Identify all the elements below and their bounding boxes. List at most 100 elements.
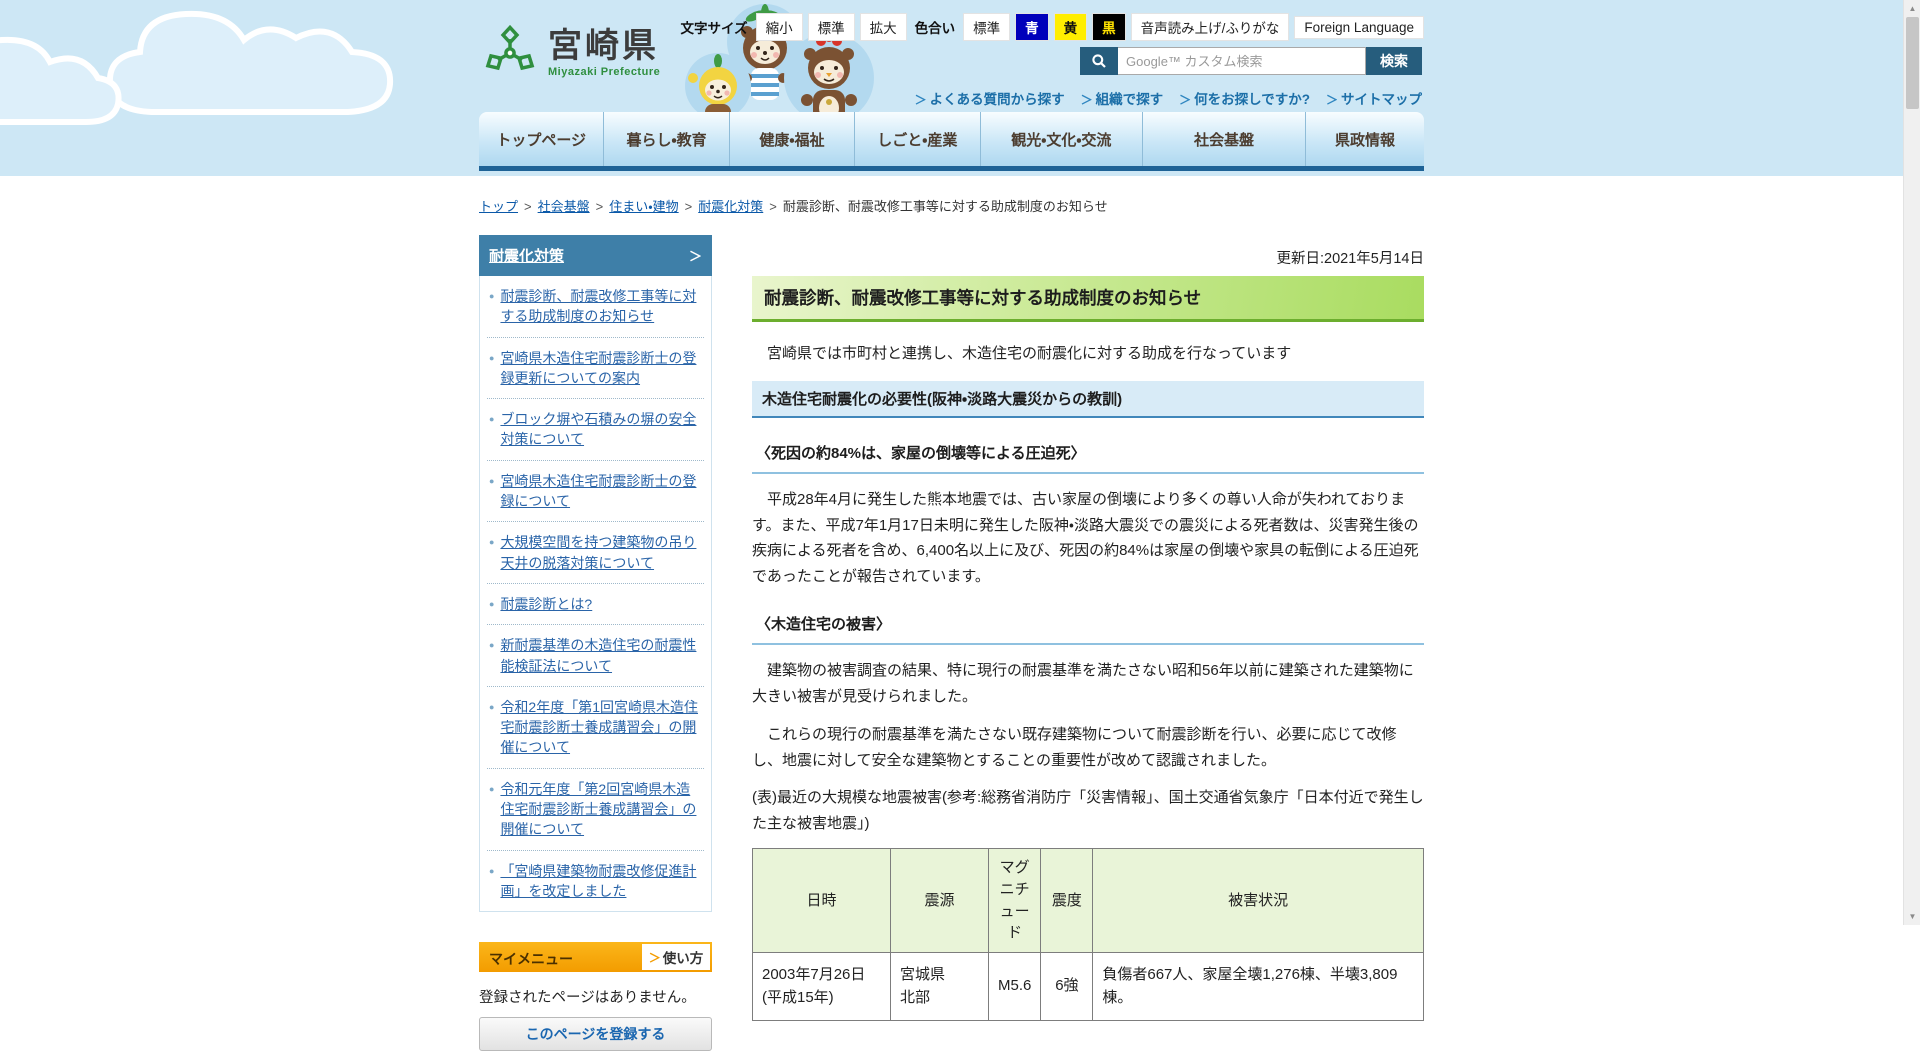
sidebar-link[interactable]: 耐震診断、耐震改修工事等に対する助成制度のお知らせ: [500, 286, 702, 327]
nav-item-work-industry[interactable]: しごと・産業: [855, 112, 980, 166]
cloud-decoration: [96, 0, 456, 120]
sidebar-link[interactable]: 令和2年度「第1回宮崎県木造住宅耐震診断士養成講習会」の開催について: [500, 697, 702, 758]
bullet-icon: ●: [489, 640, 494, 676]
page-title: 耐震診断、耐震改修工事等に対する助成制度のお知らせ: [752, 276, 1424, 322]
search-input[interactable]: [1118, 47, 1366, 75]
site-name: 宮崎県: [548, 29, 660, 63]
scrollbar-thumb[interactable]: [1906, 17, 1919, 109]
nav-item-health-welfare[interactable]: 健康・福祉: [730, 112, 855, 166]
quick-link-sitemap[interactable]: サイトマップ: [1326, 88, 1422, 108]
sidebar-link[interactable]: 新耐震基準の木造住宅の耐震性能検証法について: [500, 635, 702, 676]
quick-links: よくある質問から探す 組織で探す 何をお探しですか? サイトマップ: [915, 88, 1422, 108]
bullet-icon: ●: [489, 353, 494, 389]
chevron-right-icon: [689, 246, 702, 265]
scrollbar-up-arrow-icon[interactable]: ▲: [1904, 0, 1920, 17]
breadcrumb-link-housing[interactable]: 住まい・建物: [609, 199, 678, 214]
quick-link-faq[interactable]: よくある質問から探す: [915, 88, 1065, 108]
sidebar-link[interactable]: 令和元年度「第2回宮崎県木造住宅耐震診断士養成講習会」の開催について: [500, 779, 702, 840]
bullet-icon: ●: [489, 537, 494, 573]
scrollbar[interactable]: ▲ ▼: [1903, 0, 1920, 925]
font-size-standard-button[interactable]: 標準: [808, 13, 855, 41]
cell-date: 2003年7月26日 (平成15年): [753, 953, 891, 1021]
miyazaki-emblem-icon: [481, 24, 539, 82]
font-size-label: 文字サイズ: [681, 17, 748, 37]
color-scheme-label: 色合い: [915, 17, 956, 37]
table-row: 2003年7月26日 (平成15年) 宮城県 北部 M5.6 6強 負傷者667…: [753, 953, 1424, 1021]
main-nav: トップページ 暮らし・教育 健康・福祉 しごと・産業 観光・文化・交流 社会基盤…: [479, 112, 1424, 171]
sub-heading: 〈死因の約84%は、家屋の倒壊等による圧迫死〉: [752, 442, 1424, 474]
column-header-date: 日時: [753, 849, 891, 953]
table-header-row: 日時 震源 マグニチュード 震度 被害状況: [753, 849, 1424, 953]
color-black-button[interactable]: 黒: [1092, 13, 1126, 41]
color-yellow-button[interactable]: 黄: [1054, 13, 1088, 41]
sub-heading: 〈木造住宅の被害〉: [752, 613, 1424, 645]
mymenu-usage-label: 使い方: [663, 947, 704, 967]
nav-item-prefectural-info[interactable]: 県政情報: [1306, 112, 1424, 166]
register-page-button[interactable]: このページを登録する: [479, 1017, 712, 1051]
chevron-right-icon: [649, 949, 663, 966]
sidebar-menu: ●耐震診断、耐震改修工事等に対する助成制度のお知らせ ●宮崎県木造住宅耐震診断士…: [479, 276, 712, 912]
column-header-epicenter: 震源: [891, 849, 989, 953]
nav-item-home[interactable]: トップページ: [479, 112, 604, 166]
search-icon: [1080, 47, 1118, 75]
header-inner: 宮崎県 Miyazaki Prefecture: [479, 0, 1424, 176]
body-paragraph: 建築物の被害調査の結果、特に現行の耐震基準を満たさない昭和56年以前に建築された…: [752, 658, 1424, 709]
nav-item-infrastructure[interactable]: 社会基盤: [1143, 112, 1306, 166]
breadcrumb-separator: >: [769, 199, 777, 214]
bullet-icon: ●: [489, 414, 494, 450]
column-header-damage: 被害状況: [1093, 849, 1424, 953]
color-standard-button[interactable]: 標準: [963, 13, 1010, 41]
breadcrumb: トップ>社会基盤>住まい・建物>耐震化対策>耐震診断、耐震改修工事等に対する助成…: [479, 196, 1424, 215]
breadcrumb-separator: >: [596, 199, 604, 214]
sidebar: 耐震化対策 ●耐震診断、耐震改修工事等に対する助成制度のお知らせ ●宮崎県木造住…: [479, 235, 712, 1051]
foreign-language-button[interactable]: Foreign Language: [1294, 16, 1424, 39]
font-size-shrink-button[interactable]: 縮小: [756, 13, 803, 41]
color-blue-button[interactable]: 青: [1015, 13, 1049, 41]
breadcrumb-link-infrastructure[interactable]: 社会基盤: [538, 199, 590, 214]
page: 宮崎県 Miyazaki Prefecture: [0, 0, 1920, 1051]
sidebar-link[interactable]: 宮崎県木造住宅耐震診断士の登録について: [500, 471, 702, 512]
sidebar-link[interactable]: ブロック塀や石積みの塀の安全対策について: [500, 409, 702, 450]
sidebar-link[interactable]: 耐震診断とは?: [500, 594, 592, 614]
nav-item-living-education[interactable]: 暮らし・教育: [604, 112, 729, 166]
main-content: 更新日:2021年5月14日 耐震診断、耐震改修工事等に対する助成制度のお知らせ…: [752, 235, 1424, 1021]
sidebar-link[interactable]: 「宮崎県建築物耐震改修促進計画」を改定しました: [500, 861, 702, 902]
font-size-enlarge-button[interactable]: 拡大: [860, 13, 907, 41]
bullet-icon: ●: [489, 866, 494, 902]
mymenu-usage-link[interactable]: 使い方: [642, 944, 710, 970]
bullet-icon: ●: [489, 784, 494, 840]
mymenu-title: マイメニュー: [479, 942, 642, 972]
intro-paragraph: 宮崎県では市町村と連携し、木造住宅の耐震化に対する助成を行なっています: [752, 342, 1424, 363]
list-item: ●新耐震基準の木造住宅の耐震性能検証法について: [487, 625, 704, 687]
sidebar-link[interactable]: 宮崎県木造住宅耐震診断士の登録更新についての案内: [500, 348, 702, 389]
accessibility-toolbar: 文字サイズ 縮小 標準 拡大 色合い 標準 青 黄 黒 音声読み上げ/ふりがな …: [678, 13, 1424, 41]
breadcrumb-separator: >: [524, 199, 532, 214]
quick-link-organization[interactable]: 組織で探す: [1081, 88, 1164, 108]
list-item: ●大規模空間を持つ建築物の吊り天井の脱落対策について: [487, 522, 704, 584]
updated-date: 更新日:2021年5月14日: [752, 247, 1424, 268]
scrollbar-down-arrow-icon[interactable]: ▼: [1904, 908, 1920, 925]
earthquake-table: 日時 震源 マグニチュード 震度 被害状況 2003年7月26日 (平成15年)…: [752, 848, 1424, 1021]
breadcrumb-link-top[interactable]: トップ: [479, 199, 518, 214]
sidebar-title[interactable]: 耐震化対策: [479, 235, 712, 276]
body-paragraph: これらの現行の耐震基準を満たさない既存建築物について耐震診断を行い、必要に応じて…: [752, 722, 1424, 773]
list-item: ●令和元年度「第2回宮崎県木造住宅耐震診断士養成講習会」の開催について: [487, 769, 704, 851]
bullet-icon: ●: [489, 599, 494, 614]
bullet-icon: ●: [489, 291, 494, 327]
quick-link-what-looking-for[interactable]: 何をお探しですか?: [1179, 88, 1310, 108]
nav-item-tourism-culture-exchange[interactable]: 観光・文化・交流: [981, 112, 1144, 166]
search-button[interactable]: 検索: [1366, 47, 1422, 75]
logo-text: 宮崎県 Miyazaki Prefecture: [548, 29, 660, 78]
sidebar-link[interactable]: 大規模空間を持つ建築物の吊り天井の脱落対策について: [500, 532, 702, 573]
mymenu-header: マイメニュー 使い方: [479, 942, 712, 972]
site-logo[interactable]: 宮崎県 Miyazaki Prefecture: [481, 24, 660, 82]
list-item: ●ブロック塀や石積みの塀の安全対策について: [487, 399, 704, 461]
sidebar-title-label: 耐震化対策: [489, 245, 564, 266]
site-search: 検索: [1080, 47, 1422, 75]
bullet-icon: ●: [489, 476, 494, 512]
text-to-speech-button[interactable]: 音声読み上げ/ふりがな: [1131, 13, 1290, 41]
list-item: ●「宮崎県建築物耐震改修促進計画」を改定しました: [487, 851, 704, 912]
cloud-decoration: [0, 22, 150, 132]
list-item: ● 耐震診断とは?: [487, 584, 704, 625]
breadcrumb-link-seismic[interactable]: 耐震化対策: [698, 199, 763, 214]
